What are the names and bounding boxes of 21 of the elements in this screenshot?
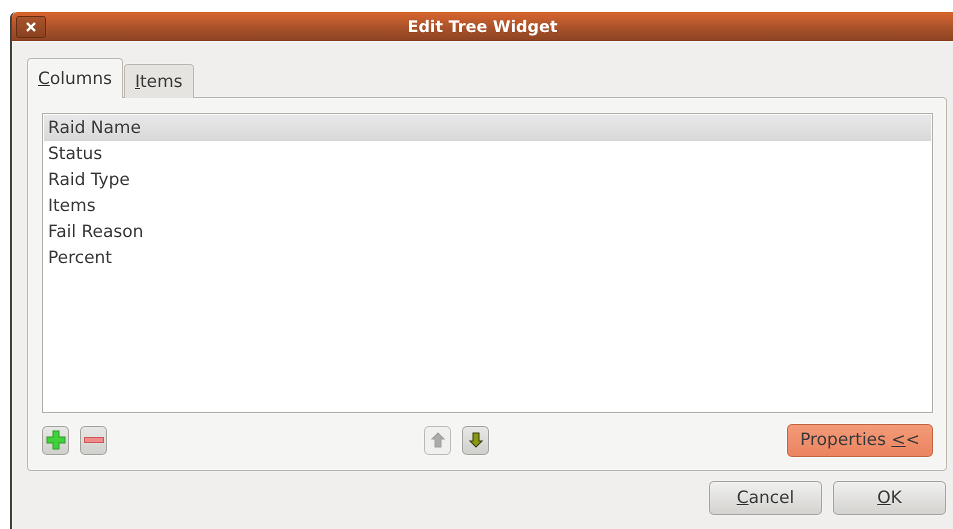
list-item[interactable]: Percent <box>44 245 931 271</box>
list-item[interactable]: Raid Type <box>44 167 931 193</box>
tab[interactable]: Columns <box>27 58 123 98</box>
properties-button[interactable]: Properties << <box>787 424 933 456</box>
arrow-up-icon <box>430 432 444 448</box>
minus-icon <box>84 437 104 443</box>
close-button[interactable] <box>16 16 46 38</box>
ok-button[interactable]: OK <box>833 481 946 515</box>
tab[interactable]: Items <box>124 64 194 98</box>
cancel-button[interactable]: Cancel <box>709 481 822 515</box>
list-item[interactable]: Status <box>44 141 931 167</box>
list-item[interactable]: Fail Reason <box>44 219 931 245</box>
arrow-down-icon <box>468 432 482 448</box>
window-title: Edit Tree Widget <box>406 17 558 36</box>
add-button[interactable] <box>42 426 69 454</box>
close-icon <box>26 22 36 32</box>
plus-icon <box>46 430 66 450</box>
move-down-button[interactable] <box>462 426 489 454</box>
list-item[interactable]: Raid Name <box>44 115 931 141</box>
remove-button[interactable] <box>80 426 107 454</box>
list-item[interactable]: Items <box>44 193 931 219</box>
